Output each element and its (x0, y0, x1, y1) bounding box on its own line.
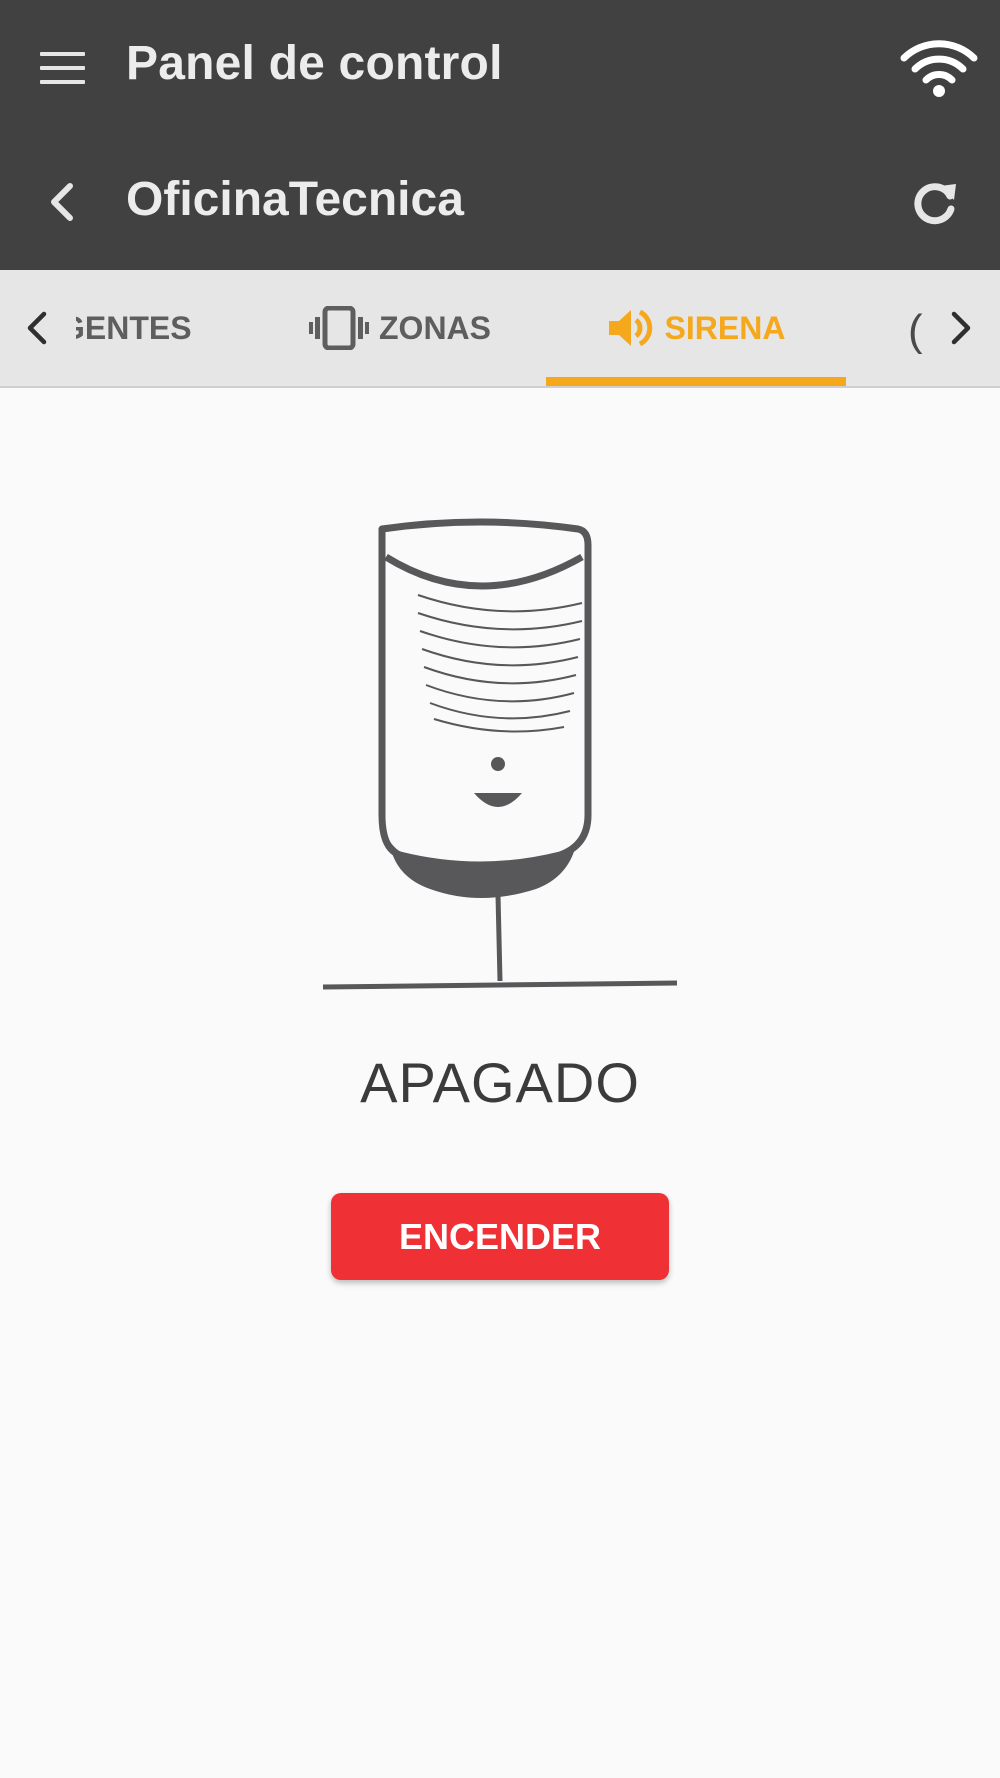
active-tab-indicator (546, 377, 846, 386)
turn-on-button[interactable]: ENCENDER (331, 1193, 669, 1280)
tabs-scroll-right-icon[interactable] (946, 308, 976, 348)
wifi-icon (900, 40, 978, 97)
toolbar-main-row: Panel de control (0, 0, 1000, 135)
chevron-left-icon[interactable] (44, 180, 80, 224)
location-title: OficinaTecnica (126, 173, 464, 226)
hamburger-menu-icon[interactable] (40, 52, 85, 84)
page-title: Panel de control (126, 37, 503, 90)
tab-next-partial[interactable]: ( (908, 306, 923, 356)
tab-agentes[interactable]: GENTES (76, 270, 226, 386)
tab-sirena[interactable]: SIRENA (546, 270, 846, 386)
toolbar-sub-row: OficinaTecnica (0, 135, 1000, 270)
tab-bar: GENTES ZONAS SIRENA ( (0, 270, 1000, 388)
speaker-icon (608, 309, 652, 347)
tab-sirena-label: SIRENA (664, 309, 786, 346)
siren-illustration (322, 518, 678, 990)
siren-status-text: APAGADO (360, 1051, 640, 1114)
tab-zonas-label: ZONAS (379, 309, 491, 346)
tab-agentes-label: GENTES (76, 309, 192, 346)
tabs-scroll-left-icon[interactable] (22, 308, 52, 348)
refresh-icon[interactable] (910, 178, 960, 228)
tab-zonas[interactable]: ZONAS (300, 270, 500, 386)
app-toolbar: Panel de control OficinaTecnica (0, 0, 1000, 270)
vibration-icon (309, 306, 369, 350)
